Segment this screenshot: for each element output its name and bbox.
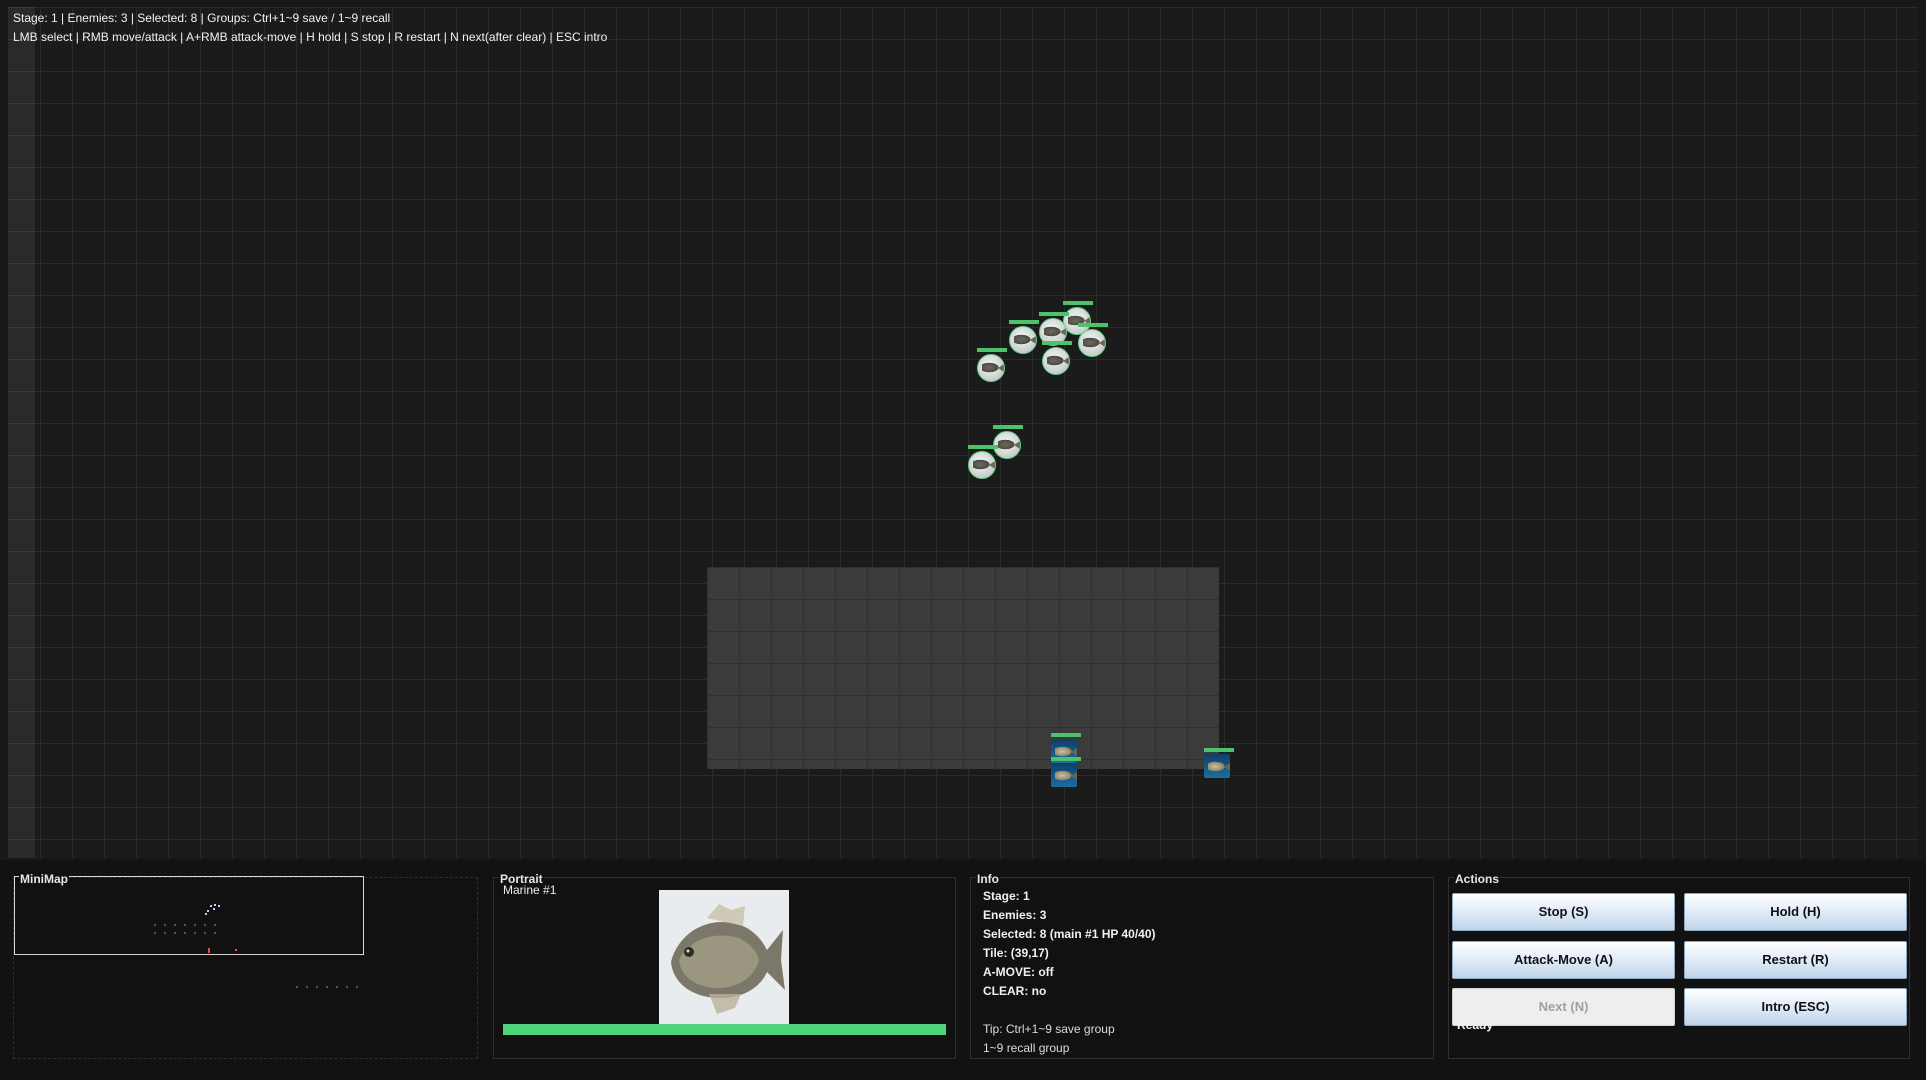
attack-move-button[interactable]: Attack-Move (A) [1452, 941, 1675, 979]
intro-button[interactable]: Intro (ESC) [1684, 988, 1907, 1026]
portrait-hp-fill [503, 1024, 946, 1035]
minimap-wall-dot [154, 932, 156, 934]
minimap-wall-dot [356, 986, 358, 988]
minimap-ally-dot [210, 905, 212, 907]
portrait-panel: Portrait Marine #1 [493, 872, 956, 1059]
minimap-wall-dot [204, 932, 206, 934]
hud-status-line: Stage: 1 | Enemies: 3 | Selected: 8 | Gr… [13, 11, 391, 25]
actions-title: Actions [1454, 872, 1501, 886]
fish-icon [1047, 355, 1069, 366]
minimap-ally-dot [214, 904, 216, 906]
minimap-viewport[interactable] [14, 876, 364, 955]
minimap-wall-dot [174, 932, 176, 934]
fish-icon [1055, 770, 1077, 781]
command-panel: MiniMap Portrait Marine #1 Info Stage: 1… [0, 860, 1926, 1080]
minimap-panel[interactable]: MiniMap [13, 872, 478, 1059]
portrait-unit-name: Marine #1 [503, 883, 557, 897]
minimap-wall-dot [296, 986, 298, 988]
minimap-ally-dot [213, 908, 215, 910]
info-tip-recall: 1~9 recall group [983, 1041, 1070, 1055]
unit-hp-bar [1078, 323, 1108, 327]
stop-button[interactable]: Stop (S) [1452, 893, 1675, 931]
actions-panel: Actions Stop (S) Hold (H) Attack-Move (A… [1448, 872, 1910, 1059]
fish-portrait-icon [659, 890, 789, 1024]
minimap-wall-dot [204, 924, 206, 926]
minimap-wall-dot [184, 924, 186, 926]
minimap-wall-dot [336, 986, 338, 988]
info-tip-save: Tip: Ctrl+1~9 save group [983, 1022, 1115, 1036]
info-tile: Tile: (39,17) [983, 946, 1049, 960]
status-text: Ready [1457, 1018, 1494, 1032]
minimap-wall-dot [326, 986, 328, 988]
unit-hp-bar [1039, 312, 1069, 316]
enemy-unit[interactable] [1051, 757, 1081, 791]
info-selected: Selected: 8 (main #1 HP 40/40) [983, 927, 1156, 941]
minimap-ally-dot [218, 905, 220, 907]
unit-hp-bar [977, 348, 1007, 352]
minimap-ally-dot [207, 910, 209, 912]
fish-icon [982, 362, 1004, 373]
minimap-wall-dot [214, 924, 216, 926]
minimap-wall-dot [194, 924, 196, 926]
minimap-wall-dot [164, 932, 166, 934]
fish-icon [1055, 746, 1077, 757]
minimap-wall-dot [174, 924, 176, 926]
info-clear: CLEAR: no [983, 984, 1047, 998]
info-enemies: Enemies: 3 [983, 908, 1047, 922]
ally-unit[interactable] [1009, 320, 1039, 354]
minimap-wall-dot [194, 932, 196, 934]
portrait-hp-bar [503, 1024, 946, 1035]
unit-hp-bar [968, 445, 998, 449]
unit-hp-bar [1204, 748, 1234, 752]
minimap-ally-dot [205, 913, 207, 915]
minimap-wall-dot [184, 932, 186, 934]
unit-hp-bar [1063, 301, 1093, 305]
minimap-wall-dot [164, 924, 166, 926]
field-edge-strip [8, 7, 35, 858]
unit-hp-bar [1009, 320, 1039, 324]
fish-icon [1014, 334, 1036, 345]
info-panel: Info Stage: 1 Enemies: 3 Selected: 8 (ma… [970, 872, 1434, 1059]
info-stage: Stage: 1 [983, 889, 1030, 903]
unit-hp-bar [1051, 733, 1081, 737]
minimap-title: MiniMap [19, 872, 69, 886]
minimap-wall-dot [346, 986, 348, 988]
game-field[interactable]: Stage: 1 | Enemies: 3 | Selected: 8 | Gr… [8, 7, 1918, 858]
minimap-enemy-dot [235, 949, 237, 951]
info-amove: A-MOVE: off [983, 965, 1054, 979]
ally-unit[interactable] [1042, 341, 1072, 375]
obstacle-block [707, 567, 1219, 769]
minimap-wall-dot [306, 986, 308, 988]
fish-icon [1083, 337, 1105, 348]
hold-button[interactable]: Hold (H) [1684, 893, 1907, 931]
minimap-enemy-dot [208, 948, 210, 953]
unit-hp-bar [1051, 757, 1081, 761]
unit-hp-bar [1042, 341, 1072, 345]
ally-unit[interactable] [968, 445, 998, 479]
unit-hp-bar [993, 425, 1023, 429]
fish-icon [998, 439, 1020, 450]
hud-controls-line: LMB select | RMB move/attack | A+RMB att… [13, 30, 608, 44]
fish-icon [1044, 326, 1066, 337]
restart-button[interactable]: Restart (R) [1684, 941, 1907, 979]
enemy-unit[interactable] [1204, 748, 1234, 782]
ally-unit[interactable] [1078, 323, 1108, 357]
minimap-wall-dot [316, 986, 318, 988]
fish-icon [1208, 761, 1230, 772]
info-title: Info [976, 872, 1000, 886]
minimap-wall-dot [214, 932, 216, 934]
fish-icon [973, 459, 995, 470]
minimap-wall-dot [154, 924, 156, 926]
ally-unit[interactable] [977, 348, 1007, 382]
